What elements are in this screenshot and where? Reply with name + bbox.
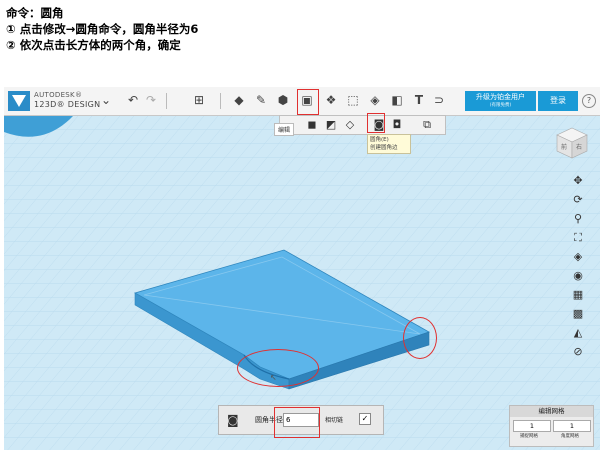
fillet-tooltip: 圆角(E) 创建圆角边 xyxy=(367,134,411,154)
viewcube-front: 前 xyxy=(561,143,567,151)
submenu-tag: 编辑 xyxy=(274,123,295,136)
menu-chevron-icon[interactable]: ⌄ xyxy=(99,93,113,107)
pan-icon[interactable]: ✥ xyxy=(566,171,590,190)
view-cube[interactable]: 前 右 xyxy=(555,126,589,160)
logo-icon xyxy=(8,91,30,111)
grid-editor: 编辑网格 1 1 捕捉网格 角度网格 xyxy=(509,405,594,447)
angle-grid-caption: 角度网格 xyxy=(561,434,579,439)
grid-viewport[interactable]: ↖ xyxy=(4,87,600,450)
press-pull-icon[interactable]: ◼ xyxy=(305,118,319,132)
view-icon[interactable]: ◈ xyxy=(566,247,590,266)
fillet-panel-icon: ◙ xyxy=(227,413,239,427)
login-button[interactable]: 登录 xyxy=(538,91,578,111)
snap-grid-input[interactable]: 1 xyxy=(513,420,551,432)
combine-icon[interactable]: ◈ xyxy=(368,93,382,107)
tooltip-desc: 创建圆角边 xyxy=(370,145,398,151)
snap-grid-caption: 捕捉网格 xyxy=(520,434,538,439)
highlight-corner2 xyxy=(403,317,437,359)
chamfer-icon[interactable]: ◘ xyxy=(390,118,404,132)
upgrade-sub: (有限免费) xyxy=(489,103,512,108)
modify-submenu: ◼ ◩ ◇ ◙ ◘ ⧉ xyxy=(279,115,446,135)
snap-view-icon[interactable]: ◭ xyxy=(566,323,590,342)
pattern-icon[interactable]: ❖ xyxy=(324,93,338,107)
construct-icon[interactable]: ⬢ xyxy=(276,93,290,107)
app-window: ↖ AUTODESK® 123D® DESIGN ⌄ ↶ ↷ ⊞ ◆ ✎ ⬢ ▣… xyxy=(4,87,600,450)
grouping-icon[interactable]: ⬚ xyxy=(346,93,360,107)
hide-icon[interactable]: ⊘ xyxy=(566,342,590,361)
grid-editor-title: 编辑网格 xyxy=(510,406,593,417)
tooltip-title: 圆角(E) xyxy=(370,137,389,143)
split-icon[interactable]: ◇ xyxy=(343,118,357,132)
help-icon[interactable]: ? xyxy=(582,94,596,108)
upgrade-label: 升级为铂金用户 xyxy=(476,93,525,101)
sketch-icon[interactable]: ✎ xyxy=(254,93,268,107)
tweak-icon[interactable]: ◩ xyxy=(324,118,338,132)
navigation-toolbar: ✥ ⟳ ⚲ ⛶ ◈ ◉ ▦ ▩ ◭ ⊘ xyxy=(566,171,590,361)
instruction-step1: ① 点击修改→圆角命令，圆角半径为6 xyxy=(6,22,199,36)
brand-line2: 123D® DESIGN xyxy=(34,100,101,109)
angle-grid-input[interactable]: 1 xyxy=(553,420,591,432)
material-view-icon[interactable]: ▦ xyxy=(566,285,590,304)
shell-icon[interactable]: ⧉ xyxy=(420,118,434,132)
text-icon[interactable]: T xyxy=(412,93,426,107)
add-shape-icon[interactable]: ⊞ xyxy=(192,93,206,107)
tangent-checkbox[interactable]: ✓ xyxy=(359,413,371,425)
highlight-radius xyxy=(274,407,320,438)
visibility-icon[interactable]: ◉ xyxy=(566,266,590,285)
undo-icon[interactable]: ↶ xyxy=(126,93,140,107)
upgrade-button[interactable]: 升级为铂金用户 (有限免费) xyxy=(465,91,536,111)
instruction-step2: ② 依次点击长方体的两个角，确定 xyxy=(6,38,181,52)
redo-icon[interactable]: ↷ xyxy=(144,93,158,107)
highlight-fillet xyxy=(367,113,385,133)
highlight-modify xyxy=(297,89,319,115)
fit-icon[interactable]: ⛶ xyxy=(566,228,590,247)
highlight-corner1 xyxy=(237,349,319,387)
snap-icon[interactable]: ⊃ xyxy=(432,93,446,107)
primitives-icon[interactable]: ◆ xyxy=(232,93,246,107)
orbit-icon[interactable]: ⟳ xyxy=(566,190,590,209)
measure-icon[interactable]: ◧ xyxy=(390,93,404,107)
zoom-icon[interactable]: ⚲ xyxy=(566,209,590,228)
brand-line1: AUTODESK® xyxy=(34,91,83,99)
instruction-title: 命令：圆角 xyxy=(6,6,64,20)
viewcube-right: 右 xyxy=(576,143,582,151)
tangent-label: 相切链 xyxy=(325,417,344,424)
camera-icon[interactable]: ▩ xyxy=(566,304,590,323)
